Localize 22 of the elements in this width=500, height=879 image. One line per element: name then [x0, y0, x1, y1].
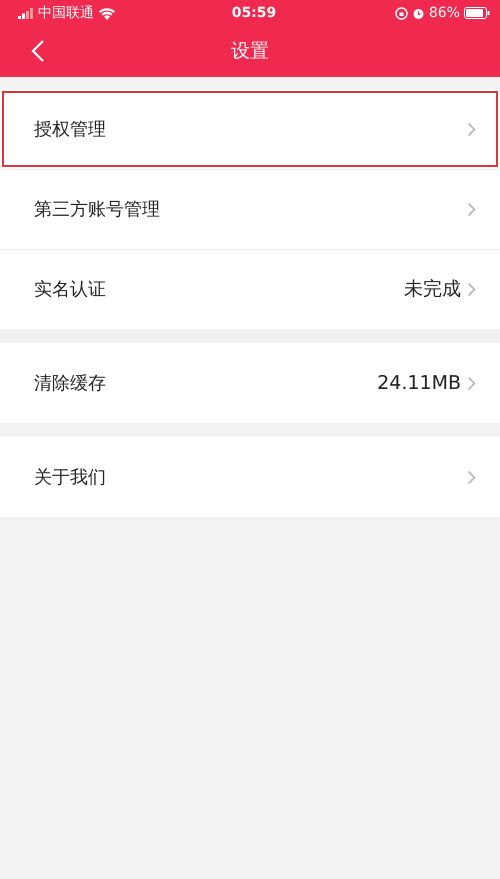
page-title: 设置	[231, 39, 269, 64]
row-value: 未完成	[404, 277, 461, 302]
row-label: 清除缓存	[34, 372, 107, 396]
row-label: 授权管理	[34, 118, 107, 142]
battery-percent: 86%	[428, 4, 460, 22]
rotation-lock-icon	[394, 6, 408, 20]
chevron-icon	[467, 122, 476, 136]
alarm-icon	[412, 6, 425, 20]
row-value: 24.11MB	[377, 370, 461, 396]
chevron-icon	[467, 202, 476, 217]
wifi-icon	[98, 6, 116, 20]
chevron-icon	[467, 282, 476, 297]
clock-time: 05:59	[230, 4, 278, 22]
row-label: 关于我们	[34, 466, 107, 490]
carrier-name: 中国联通	[38, 4, 94, 22]
chevron-icon	[467, 470, 476, 484]
row-label: 第三方账号管理	[34, 198, 161, 222]
battery-icon	[464, 7, 490, 19]
row-label: 实名认证	[34, 278, 107, 302]
settings-row[interactable]: 授权管理	[0, 89, 500, 169]
signal-icon	[18, 8, 34, 18]
chevron-icon	[467, 376, 476, 390]
